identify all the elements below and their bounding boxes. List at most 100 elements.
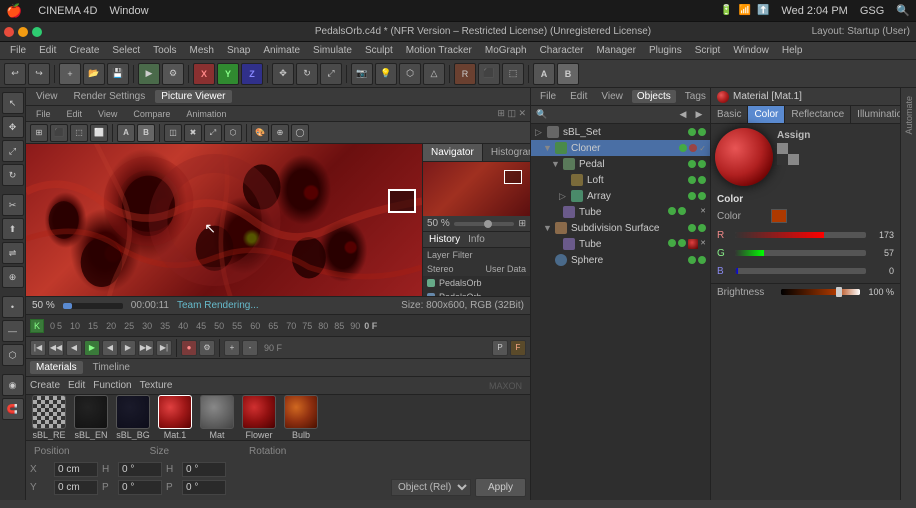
obj-item-tube1[interactable]: Tube ✕ — [531, 204, 710, 220]
b-slider[interactable] — [735, 268, 866, 274]
tab-view[interactable]: View — [30, 90, 64, 103]
render-view-btn[interactable]: R — [454, 63, 476, 85]
key-green[interactable]: K — [30, 319, 44, 333]
undo-btn[interactable]: ↩ — [4, 63, 26, 85]
pv-tb-13[interactable]: ◯ — [291, 124, 309, 142]
beta-btn[interactable]: B — [557, 63, 579, 85]
mat-edit[interactable]: Edit — [68, 380, 85, 391]
prev-key-btn[interactable]: ◀◀ — [48, 340, 64, 356]
mat-item-sbl-re[interactable]: sBL_RE — [32, 395, 66, 440]
move-tool[interactable]: ✥ — [2, 116, 24, 138]
record-btn[interactable]: ● — [181, 340, 197, 356]
pos-x[interactable]: 0 cm — [54, 462, 98, 477]
om-nav-prev[interactable]: ◀ — [676, 108, 690, 122]
object-type-select[interactable]: Object (Rel) — [391, 479, 471, 496]
open-btn[interactable]: 📂 — [83, 63, 105, 85]
pv-tb-9[interactable]: ⤢ — [204, 124, 222, 142]
rotate-tool-left[interactable]: ↻ — [2, 164, 24, 186]
mat-item-bulb[interactable]: Bulb — [284, 395, 318, 440]
auto-key-btn[interactable]: ⚙ — [199, 340, 215, 356]
pv-view[interactable]: View — [92, 108, 123, 120]
x-axis-btn[interactable]: X — [193, 63, 215, 85]
pv-edit[interactable]: Edit — [61, 108, 89, 120]
menu-create[interactable]: Create — [63, 43, 105, 58]
render-btn[interactable]: ▶ — [138, 63, 160, 85]
obj-item-sbl-set[interactable]: ▷ sBL_Set — [531, 124, 710, 140]
rot-h[interactable]: 0 ° — [182, 462, 226, 477]
mat-create[interactable]: Create — [30, 380, 60, 391]
menu-motion-tracker[interactable]: Motion Tracker — [400, 43, 478, 58]
goto-end-btn[interactable]: ▶| — [156, 340, 172, 356]
rot-p[interactable]: 0 ° — [182, 480, 226, 495]
nav-preview-region[interactable] — [504, 170, 522, 184]
knife-tool[interactable]: ✂ — [2, 194, 24, 216]
point-mode[interactable]: • — [2, 296, 24, 318]
search-icon[interactable]: 🔍 — [896, 4, 910, 17]
bridge-tool[interactable]: ⇌ — [2, 242, 24, 264]
play-reverse-btn[interactable]: ◀ — [102, 340, 118, 356]
pv-animation[interactable]: Animation — [180, 108, 232, 120]
omtab-edit[interactable]: Edit — [565, 90, 592, 103]
alpha-btn[interactable]: A — [533, 63, 555, 85]
render-region-btn[interactable]: ⬚ — [502, 63, 524, 85]
save-btn[interactable]: 💾 — [107, 63, 129, 85]
omtab-file[interactable]: File — [535, 90, 561, 103]
move-btn[interactable]: ✥ — [272, 63, 294, 85]
y-axis-btn[interactable]: Y — [217, 63, 239, 85]
snap-tool[interactable]: 🧲 — [2, 398, 24, 420]
poly-btn[interactable]: △ — [423, 63, 445, 85]
brightness-slider[interactable] — [781, 289, 860, 295]
menu-script[interactable]: Script — [689, 43, 727, 58]
omtab-view[interactable]: View — [596, 90, 628, 103]
mat-item-mat1[interactable]: Mat.1 — [158, 395, 192, 440]
menu-window[interactable]: Window — [727, 43, 775, 58]
menu-mesh[interactable]: Mesh — [184, 43, 220, 58]
nav-zoom-slider[interactable] — [454, 222, 515, 226]
render-all-btn[interactable]: ⬛ — [478, 63, 500, 85]
app-name-menu[interactable]: CINEMA 4D — [38, 5, 97, 17]
pv-tb-4[interactable]: ⬜ — [90, 124, 108, 142]
extrude-tool[interactable]: ⬆ — [2, 218, 24, 240]
obj-item-cloner[interactable]: ▼ Cloner ✓ — [531, 140, 710, 156]
obj-item-tube2[interactable]: Tube ✕ — [531, 236, 710, 252]
add-key-btn[interactable]: + — [224, 340, 240, 356]
omtab-objects[interactable]: Objects — [632, 90, 676, 103]
menu-snap[interactable]: Snap — [221, 43, 256, 58]
scale-tool[interactable]: ⤢ — [2, 140, 24, 162]
del-key-btn[interactable]: - — [242, 340, 258, 356]
mat-ed-color[interactable]: Color — [748, 106, 785, 123]
tab-navigator[interactable]: Navigator — [423, 144, 483, 161]
menu-mograph[interactable]: MoGraph — [479, 43, 533, 58]
omtab-tags[interactable]: Tags — [680, 90, 711, 103]
om-nav-next[interactable]: ▶ — [692, 108, 706, 122]
menu-help[interactable]: Help — [776, 43, 809, 58]
mat-color-swatch[interactable] — [771, 209, 787, 223]
tab-picture-viewer[interactable]: Picture Viewer — [155, 90, 231, 103]
pv-tb-10[interactable]: ⬡ — [224, 124, 242, 142]
r-slider[interactable] — [735, 232, 866, 238]
pv-alpha[interactable]: A — [117, 124, 135, 142]
mat-item-flower[interactable]: Flower — [242, 395, 276, 440]
render-settings-btn[interactable]: ⚙ — [162, 63, 184, 85]
mat-item-sbl-bg[interactable]: sBL_BG — [116, 395, 150, 440]
nav-item-1[interactable]: PedalsOrb — [423, 276, 530, 290]
fx-btn[interactable]: F — [510, 340, 526, 356]
size-p[interactable]: 0 ° — [118, 480, 162, 495]
mat-item-sbl-en[interactable]: sBL_EN — [74, 395, 108, 440]
size-h[interactable]: 0 ° — [118, 462, 162, 477]
pv-compare[interactable]: Compare — [127, 108, 176, 120]
tab-info[interactable]: Info — [466, 234, 487, 245]
play-btn[interactable]: ▶ — [84, 340, 100, 356]
tab-histogram[interactable]: Histogram — [483, 144, 530, 161]
obj-item-subd[interactable]: ▼ Subdivision Surface — [531, 220, 710, 236]
menu-plugins[interactable]: Plugins — [643, 43, 688, 58]
menu-simulate[interactable]: Simulate — [307, 43, 358, 58]
mat-texture[interactable]: Texture — [140, 380, 173, 391]
pos-y[interactable]: 0 cm — [54, 480, 98, 495]
next-key-btn[interactable]: ▶▶ — [138, 340, 154, 356]
obj-item-sphere[interactable]: Sphere — [531, 252, 710, 268]
pv-icons[interactable]: ⊞ ◫ ✕ — [497, 108, 526, 119]
menu-edit[interactable]: Edit — [33, 43, 62, 58]
pv-tb-3[interactable]: ⬚ — [70, 124, 88, 142]
pv-tb-8[interactable]: ✖ — [184, 124, 202, 142]
